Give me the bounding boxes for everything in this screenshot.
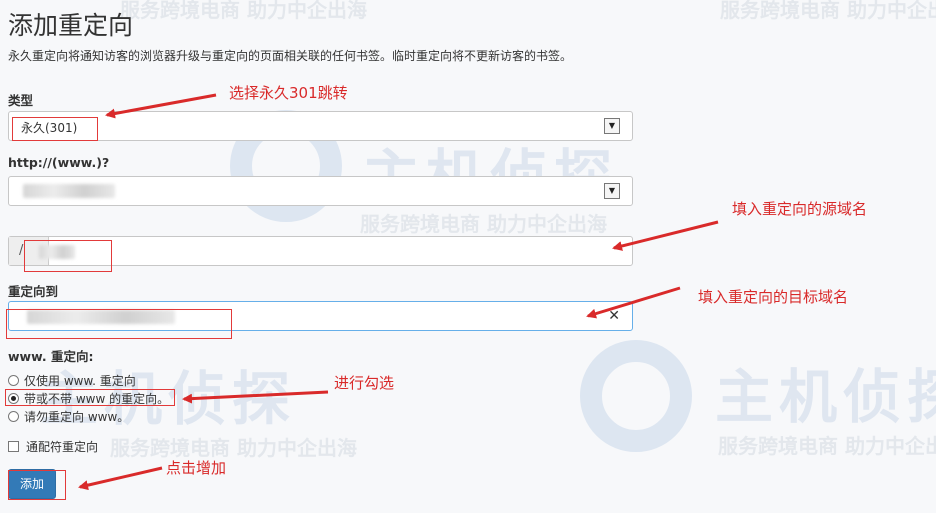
radio-icon[interactable]: [8, 375, 19, 386]
highlight-www-option: [5, 389, 175, 406]
note-target-domain: 填入重定向的目标域名: [698, 288, 849, 306]
arrow-to-add-button: [78, 466, 163, 491]
www-option-label: 请勿重定向 www。: [24, 410, 130, 424]
checkbox-icon[interactable]: [8, 441, 19, 452]
chevron-down-icon: ▼: [604, 183, 620, 199]
highlight-type-value: [12, 117, 98, 141]
type-label: 类型: [8, 93, 34, 108]
type-select[interactable]: 永久(301) ▼: [8, 111, 633, 141]
watermark-logo-icon: [580, 340, 692, 452]
watermark-slogan-left: 服务跨境电商 助力中企出海: [110, 436, 357, 460]
note-check-option: 进行勾选: [334, 374, 395, 392]
page-title: 添加重定向: [8, 11, 134, 40]
www-option-only-www[interactable]: 仅使用 www. 重定向: [8, 372, 136, 389]
www-option-no-redirect[interactable]: 请勿重定向 www。: [8, 408, 129, 425]
domain-label: http://(www.)?: [8, 155, 110, 170]
wildcard-redirect-option[interactable]: 通配符重定向: [8, 438, 98, 455]
watermark-slogan-center: 服务跨境电商 助力中企出海: [360, 212, 607, 236]
note-source-domain: 填入重定向的源域名: [732, 200, 868, 218]
watermark-slogan-top-left: 服务跨境电商 助力中企出海: [120, 0, 367, 22]
radio-icon[interactable]: [8, 411, 19, 422]
highlight-add-button: [8, 470, 66, 500]
watermark-slogan-right: 服务跨境电商 助力中企出海: [718, 434, 936, 458]
page-description: 永久重定向将通知访客的浏览器升级与重定向的页面相关联的任何书签。临时重定向将不更…: [8, 49, 573, 63]
domain-redacted-value: [23, 184, 115, 198]
chevron-down-icon: ▼: [604, 118, 620, 134]
www-option-label: 仅使用 www. 重定向: [24, 374, 136, 388]
clear-icon[interactable]: ✕: [608, 308, 620, 324]
watermark-slogan-top-right: 服务跨境电商 助力中企出海: [720, 0, 936, 22]
highlight-path-value: [24, 240, 112, 272]
www-redirect-label: www. 重定向:: [8, 349, 94, 364]
redirect-to-label: 重定向到: [8, 284, 59, 299]
wildcard-redirect-label: 通配符重定向: [26, 440, 99, 454]
highlight-target-value: [6, 309, 232, 339]
domain-select[interactable]: ▼: [8, 176, 633, 206]
note-click-add: 点击增加: [166, 459, 227, 477]
watermark-brand-right: 主机侦探: [715, 363, 936, 431]
note-select-301: 选择永久301跳转: [229, 84, 348, 102]
